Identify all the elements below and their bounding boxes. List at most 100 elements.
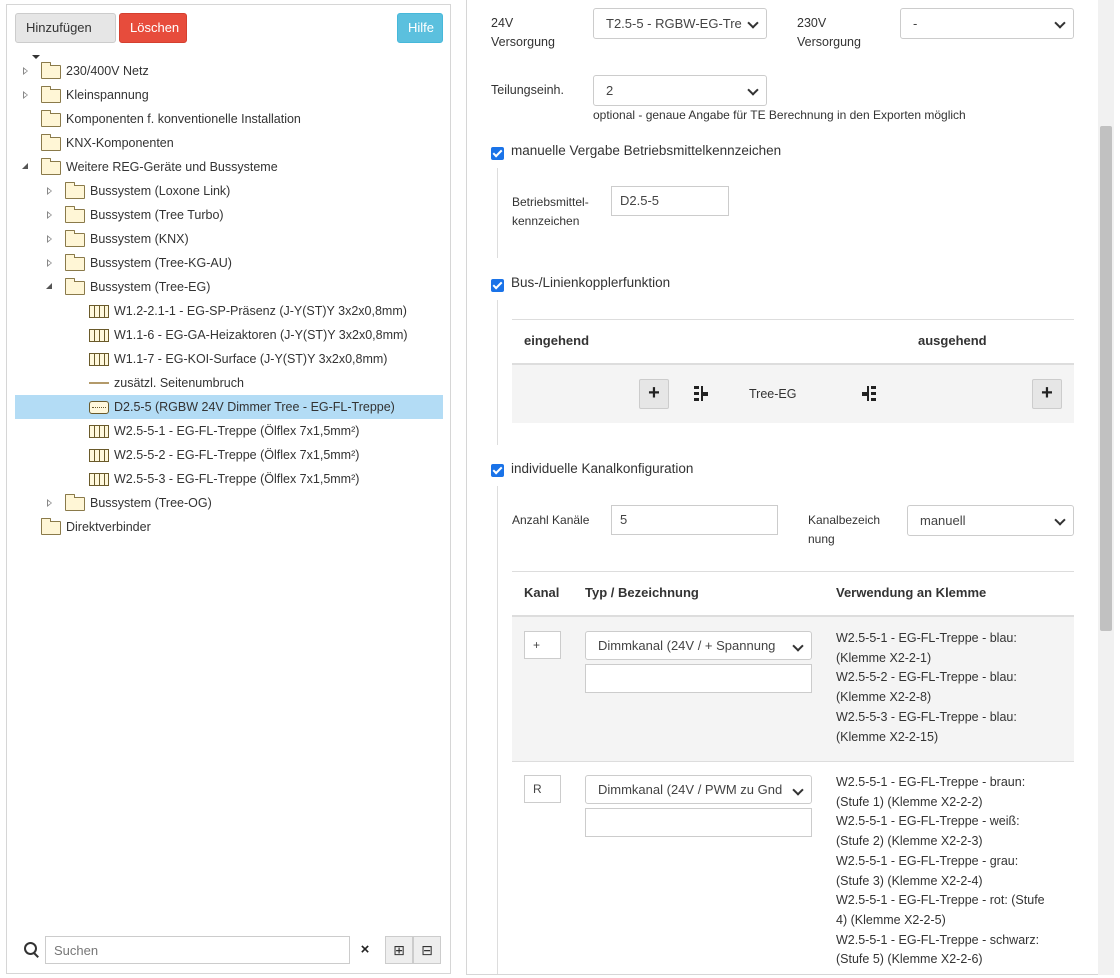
folder-icon xyxy=(65,278,85,295)
tree-item[interactable]: Bussystem (Tree-OG) xyxy=(15,491,443,515)
bmk-input[interactable]: D2.5-5 xyxy=(611,186,729,216)
section-divider xyxy=(497,486,498,974)
tree-item[interactable]: Bussystem (Tree-EG) xyxy=(15,275,443,299)
tree-item[interactable]: Bussystem (KNX) xyxy=(15,227,443,251)
add-outgoing-button[interactable]: + xyxy=(1032,379,1062,409)
tree-item-label: 230/400V Netz xyxy=(66,64,149,78)
tree-item[interactable]: Bussystem (Tree Turbo) xyxy=(15,203,443,227)
channel-config-checkbox[interactable] xyxy=(491,464,504,477)
channel-name-input[interactable] xyxy=(585,664,812,693)
tree-item[interactable]: W1.2-2.1-1 - EG-SP-Präsenz (J-Y(ST)Y 3x2… xyxy=(15,299,443,323)
bmk-label: Betriebsmittel- kennzeichen xyxy=(512,195,589,228)
add-dropdown-button[interactable]: Hinzufügen xyxy=(15,13,116,59)
channel-type-select[interactable]: Dimmkanal (24V / PWM zu Gnd xyxy=(585,775,812,804)
tree-item[interactable]: W2.5-5-3 - EG-FL-Treppe (Ölflex 7x1,5mm²… xyxy=(15,467,443,491)
cable-icon xyxy=(89,449,109,462)
incoming-header: eingehend xyxy=(524,333,590,348)
usage-line: (Stufe 3) (Klemme X2-2-4) xyxy=(836,873,983,888)
folder-icon xyxy=(65,182,85,199)
tree-item[interactable]: W2.5-5-1 - EG-FL-Treppe (Ölflex 7x1,5mm²… xyxy=(15,419,443,443)
device-icon xyxy=(89,401,109,414)
folder-icon xyxy=(65,230,85,247)
tree-item[interactable]: KNX-Komponenten xyxy=(15,131,443,155)
collapsed-arrow-icon[interactable] xyxy=(45,251,55,275)
tree-item-label: Bussystem (Tree-KG-AU) xyxy=(90,256,232,270)
manual-bmk-checkbox[interactable] xyxy=(491,147,504,160)
tree-item[interactable]: zusätzl. Seitenumbruch xyxy=(15,371,443,395)
add-button-label: Hinzufügen xyxy=(26,20,92,35)
bus-coupler-checkbox[interactable] xyxy=(491,279,504,292)
tree-item[interactable]: Direktverbinder xyxy=(15,515,443,539)
channel-type-select[interactable]: Dimmkanal (24V / + Spannung xyxy=(585,631,812,660)
te-hint: optional - genaue Angabe für TE Berechnu… xyxy=(593,108,966,122)
search-input[interactable] xyxy=(45,936,350,964)
cable-icon xyxy=(89,425,109,438)
usage-list: W2.5-5-1 - EG-FL-Treppe - blau: (Klemme X… xyxy=(836,629,1017,747)
channel-count-label: Anzahl Kanäle xyxy=(512,513,590,527)
tree-item[interactable]: W1.1-6 - EG-GA-Heizaktoren (J-Y(ST)Y 3x2… xyxy=(15,323,443,347)
tree-panel: Hinzufügen Löschen Hilfe 230/400V Netz Kl… xyxy=(6,4,451,974)
tree-item[interactable]: D2.5-5 (RGBW 24V Dimmer Tree - EG-FL-Tre… xyxy=(15,395,443,419)
table-divider xyxy=(512,761,1074,762)
supply-24v-label: 24V Versorgung xyxy=(491,16,555,49)
tree-item[interactable]: Bussystem (Tree-KG-AU) xyxy=(15,251,443,275)
usage-line: (Stufe 1) (Klemme X2-2-2) xyxy=(836,794,983,809)
supply-230v-select[interactable]: - xyxy=(900,8,1074,39)
collapsed-arrow-icon[interactable] xyxy=(21,83,31,107)
tree-item-label: Bussystem (Loxone Link) xyxy=(90,184,231,198)
add-incoming-button[interactable]: + xyxy=(639,379,669,409)
channel-naming-select[interactable]: manuell xyxy=(907,505,1074,536)
collapsed-arrow-icon[interactable] xyxy=(45,179,55,203)
tree-item-label: Komponenten f. konventionelle Installati… xyxy=(66,112,301,126)
tree-item[interactable]: Kleinspannung xyxy=(15,83,443,107)
channel-id-input[interactable]: + xyxy=(524,631,561,659)
tree-item[interactable]: Bussystem (Loxone Link) xyxy=(15,179,443,203)
bus-coupler-label: Bus-/Linienkopplerfunktion xyxy=(511,275,671,290)
folder-icon xyxy=(65,254,85,271)
usage-line: W2.5-5-1 - EG-FL-Treppe - blau: xyxy=(836,631,1017,645)
folder-icon xyxy=(41,86,61,103)
tree-item-label: Bussystem (KNX) xyxy=(90,232,189,246)
channel-name-input[interactable] xyxy=(585,808,812,837)
channel-count-input[interactable]: 5 xyxy=(611,505,778,535)
usage-line: 4) (Klemme X2-2-5) xyxy=(836,912,946,927)
collapsed-arrow-icon[interactable] xyxy=(45,491,55,515)
tree-item-label: W1.1-6 - EG-GA-Heizaktoren (J-Y(ST)Y 3x2… xyxy=(114,328,408,342)
channel-id-input[interactable]: R xyxy=(524,775,561,803)
expanded-arrow-icon[interactable] xyxy=(45,275,55,299)
folder-icon xyxy=(65,494,85,511)
tree-item-label: KNX-Komponenten xyxy=(66,136,174,150)
tree-item-label: Bussystem (Tree-OG) xyxy=(90,496,212,510)
manual-bmk-label: manuelle Vergabe Betriebsmittelkennzeich… xyxy=(511,143,782,158)
scrollbar[interactable] xyxy=(1098,0,1114,975)
tree-item-label: W1.2-2.1-1 - EG-SP-Präsenz (J-Y(ST)Y 3x2… xyxy=(114,304,407,318)
tree-item-label: W2.5-5-3 - EG-FL-Treppe (Ölflex 7x1,5mm²… xyxy=(114,472,360,486)
help-button[interactable]: Hilfe xyxy=(397,13,443,43)
tree-item[interactable]: Weitere REG-Geräte und Bussysteme xyxy=(15,155,443,179)
te-select[interactable]: 2 xyxy=(593,75,767,106)
section-divider xyxy=(497,168,498,258)
clear-icon[interactable]: × xyxy=(354,935,376,965)
tree-item-label: D2.5-5 (RGBW 24V Dimmer Tree - EG-FL-Tre… xyxy=(114,400,395,414)
delete-button[interactable]: Löschen xyxy=(119,13,187,43)
collapsed-arrow-icon[interactable] xyxy=(21,59,31,83)
usage-list: W2.5-5-1 - EG-FL-Treppe - braun: (Stufe 1… xyxy=(836,773,1045,970)
expand-all-icon[interactable]: ⊞ xyxy=(385,936,413,964)
scrollbar-thumb[interactable] xyxy=(1100,126,1112,631)
collapsed-arrow-icon[interactable] xyxy=(45,203,55,227)
pagebreak-icon xyxy=(89,382,109,384)
usage-line: (Stufe 2) (Klemme X2-2-3) xyxy=(836,834,983,849)
table-divider xyxy=(512,319,1074,320)
collapsed-arrow-icon[interactable] xyxy=(45,227,55,251)
cable-icon xyxy=(89,329,109,342)
tree-item[interactable]: Komponenten f. konventionelle Installati… xyxy=(15,107,443,131)
tree-item[interactable]: W1.1-7 - EG-KOI-Surface (J-Y(ST)Y 3x2x0,… xyxy=(15,347,443,371)
collapse-all-icon[interactable]: ⊟ xyxy=(413,936,441,964)
tree-item[interactable]: 230/400V Netz xyxy=(15,59,443,83)
supply-230v-label: 230V Versorgung xyxy=(797,16,861,49)
folder-icon xyxy=(41,158,61,175)
bus-incoming-icon xyxy=(694,386,708,401)
supply-24v-select[interactable]: T2.5-5 - RGBW-EG-Tre xyxy=(593,8,767,39)
expanded-arrow-icon[interactable] xyxy=(21,155,31,179)
tree-item[interactable]: W2.5-5-2 - EG-FL-Treppe (Ölflex 7x1,5mm²… xyxy=(15,443,443,467)
